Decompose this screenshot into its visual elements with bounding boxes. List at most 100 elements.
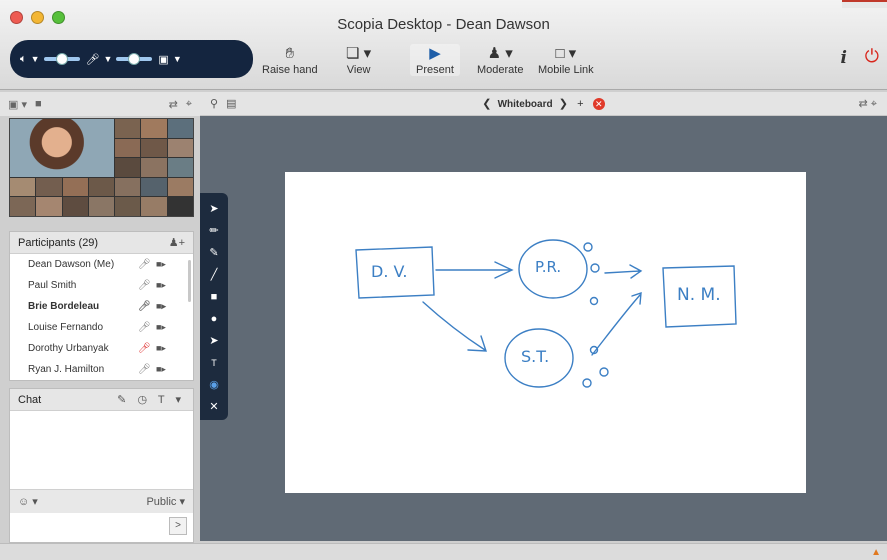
- speaker-control[interactable]: 🔈︎ ▼: [20, 53, 80, 66]
- chevron-left-icon[interactable]: ❮: [482, 98, 491, 110]
- participant-row[interactable]: Louise Fernando 🎤︎ ■▸: [10, 317, 193, 338]
- camera-icon[interactable]: ■▸: [156, 301, 166, 312]
- raise-hand-button[interactable]: ✋︎ Raise hand: [262, 44, 318, 76]
- participants-scrollbar[interactable]: [188, 260, 191, 302]
- slider-knob[interactable]: [55, 53, 68, 65]
- video-tile[interactable]: [62, 177, 88, 197]
- participant-row[interactable]: Dean Dawson (Me) 🎤︎ ■▸: [10, 254, 193, 275]
- signal-icon[interactable]: ▲: [871, 547, 881, 558]
- video-tile[interactable]: [115, 197, 141, 216]
- layout-icon[interactable]: ▣ ▾: [8, 98, 27, 111]
- microphone-control[interactable]: 🎤︎ ▼: [86, 53, 153, 66]
- participant-row[interactable]: Dorothy Urbanyak 🎤︎ ■▸: [10, 338, 193, 359]
- participant-row[interactable]: Brie Bordeleau 🎤︎ ■▸: [10, 296, 193, 317]
- camera-icon[interactable]: ■▸: [156, 343, 166, 354]
- power-icon[interactable]: ⏻︎: [865, 46, 879, 67]
- camera-icon[interactable]: ■▸: [156, 364, 166, 375]
- video-tile[interactable]: [141, 158, 167, 177]
- expand-icon[interactable]: ⌖: [186, 98, 192, 111]
- video-tile[interactable]: [141, 138, 167, 158]
- chevron-down-icon[interactable]: ▼: [31, 54, 40, 64]
- camera-icon[interactable]: ■▸: [156, 322, 166, 333]
- speaker-icon[interactable]: 🔈︎: [20, 53, 27, 66]
- close-whiteboard-icon[interactable]: ✕: [592, 98, 605, 111]
- microphone-icon[interactable]: 🎤︎: [138, 301, 151, 312]
- drawn-bubble: [599, 367, 609, 377]
- video-tile[interactable]: [88, 177, 115, 197]
- camera-icon[interactable]: ■▸: [156, 259, 166, 270]
- pointer-tool-icon[interactable]: ➤: [209, 201, 218, 218]
- moderate-label: Moderate: [477, 64, 524, 76]
- video-tile[interactable]: [115, 158, 141, 177]
- chevron-down-icon[interactable]: ▼: [173, 54, 182, 64]
- microphone-icon[interactable]: 🎤︎: [138, 322, 151, 333]
- microphone-icon[interactable]: 🎤︎: [138, 364, 151, 375]
- expand-icon[interactable]: ⌖: [871, 98, 877, 110]
- video-tile[interactable]: [10, 177, 36, 197]
- video-tile[interactable]: [167, 138, 193, 158]
- add-participant-icon[interactable]: ♟+: [169, 236, 185, 249]
- self-view-icon[interactable]: ■: [35, 98, 42, 110]
- video-grid[interactable]: [9, 118, 194, 217]
- mobile-link-button[interactable]: □ ▾ Mobile Link: [538, 44, 594, 76]
- drawn-label-dv: D. V.: [371, 262, 408, 281]
- video-tile[interactable]: [141, 119, 167, 138]
- text-tool-icon[interactable]: T: [211, 355, 217, 372]
- rectangle-tool-icon[interactable]: ■: [211, 289, 218, 306]
- info-icon[interactable]: i: [841, 48, 847, 68]
- view-label: View: [346, 64, 371, 76]
- video-tile[interactable]: [36, 177, 62, 197]
- video-tile[interactable]: [141, 177, 167, 197]
- participant-name: Paul Smith: [28, 280, 77, 291]
- muted-microphone-icon[interactable]: 🎤︎: [138, 343, 151, 354]
- microphone-icon[interactable]: 🎤︎: [138, 259, 151, 270]
- mic-volume-slider[interactable]: [116, 53, 153, 65]
- moderate-icon: ♟ ▾: [487, 45, 513, 62]
- camera-icon[interactable]: ■▸: [156, 280, 166, 291]
- microphone-icon[interactable]: 🎤︎: [86, 53, 100, 66]
- video-tile[interactable]: [115, 177, 141, 197]
- video-tile[interactable]: [167, 177, 193, 197]
- ellipse-tool-icon[interactable]: ●: [211, 311, 218, 328]
- pen-tool-icon[interactable]: ✏︎: [209, 223, 218, 240]
- camera-icon[interactable]: ▣: [158, 53, 168, 66]
- video-tile[interactable]: [167, 119, 193, 138]
- participant-row[interactable]: Ryan J. Hamilton 🎤︎ ■▸: [10, 359, 193, 380]
- microphone-icon[interactable]: 🎤︎: [138, 280, 151, 291]
- chevron-right-icon[interactable]: ❯: [559, 98, 568, 110]
- send-button[interactable]: >: [169, 517, 187, 535]
- moderate-button[interactable]: ♟ ▾ Moderate: [477, 44, 523, 76]
- add-page-icon[interactable]: +: [577, 98, 583, 110]
- marker-tool-icon[interactable]: ✎: [209, 245, 218, 262]
- video-tile[interactable]: [88, 197, 115, 216]
- drawn-bubble: [589, 296, 599, 306]
- chat-tools-icons[interactable]: ✎ ◷ T ▾: [117, 393, 185, 406]
- view-button[interactable]: ❏ ▾ View: [346, 44, 371, 76]
- present-button[interactable]: ▶ Present: [410, 44, 460, 76]
- camera-control[interactable]: ▣ ▼: [158, 53, 181, 66]
- video-tile[interactable]: [115, 138, 141, 158]
- mobile-link-label: Mobile Link: [538, 64, 594, 76]
- participant-row[interactable]: Paul Smith 🎤︎ ■▸: [10, 275, 193, 296]
- chevron-down-icon[interactable]: ▼: [104, 54, 113, 64]
- video-tile[interactable]: [62, 197, 88, 216]
- active-speaker-video[interactable]: [10, 119, 115, 177]
- chat-audience-select[interactable]: Public ▾: [146, 495, 185, 508]
- chat-options-bar: ☺ ▾ Public ▾: [10, 489, 193, 513]
- arrow-tool-icon[interactable]: ➤: [209, 333, 218, 350]
- clear-tool-icon[interactable]: ✕: [209, 399, 218, 416]
- slider-knob[interactable]: [128, 53, 141, 65]
- video-tile[interactable]: [36, 197, 62, 216]
- speaker-volume-slider[interactable]: [43, 53, 80, 65]
- whiteboard-canvas[interactable]: D. V. P.R. S.T. N. M.: [285, 172, 806, 493]
- swap-icon[interactable]: ⇄: [859, 98, 868, 110]
- video-tile[interactable]: [10, 197, 36, 216]
- color-palette-icon[interactable]: ◉: [209, 377, 219, 394]
- video-tile[interactable]: [141, 197, 167, 216]
- emoji-icon[interactable]: ☺ ▾: [18, 495, 38, 508]
- swap-icon[interactable]: ⇄: [169, 98, 178, 111]
- video-tile[interactable]: [115, 119, 141, 138]
- line-tool-icon[interactable]: ╱: [211, 267, 218, 284]
- chat-input[interactable]: >: [10, 513, 193, 542]
- video-tile[interactable]: [167, 158, 193, 177]
